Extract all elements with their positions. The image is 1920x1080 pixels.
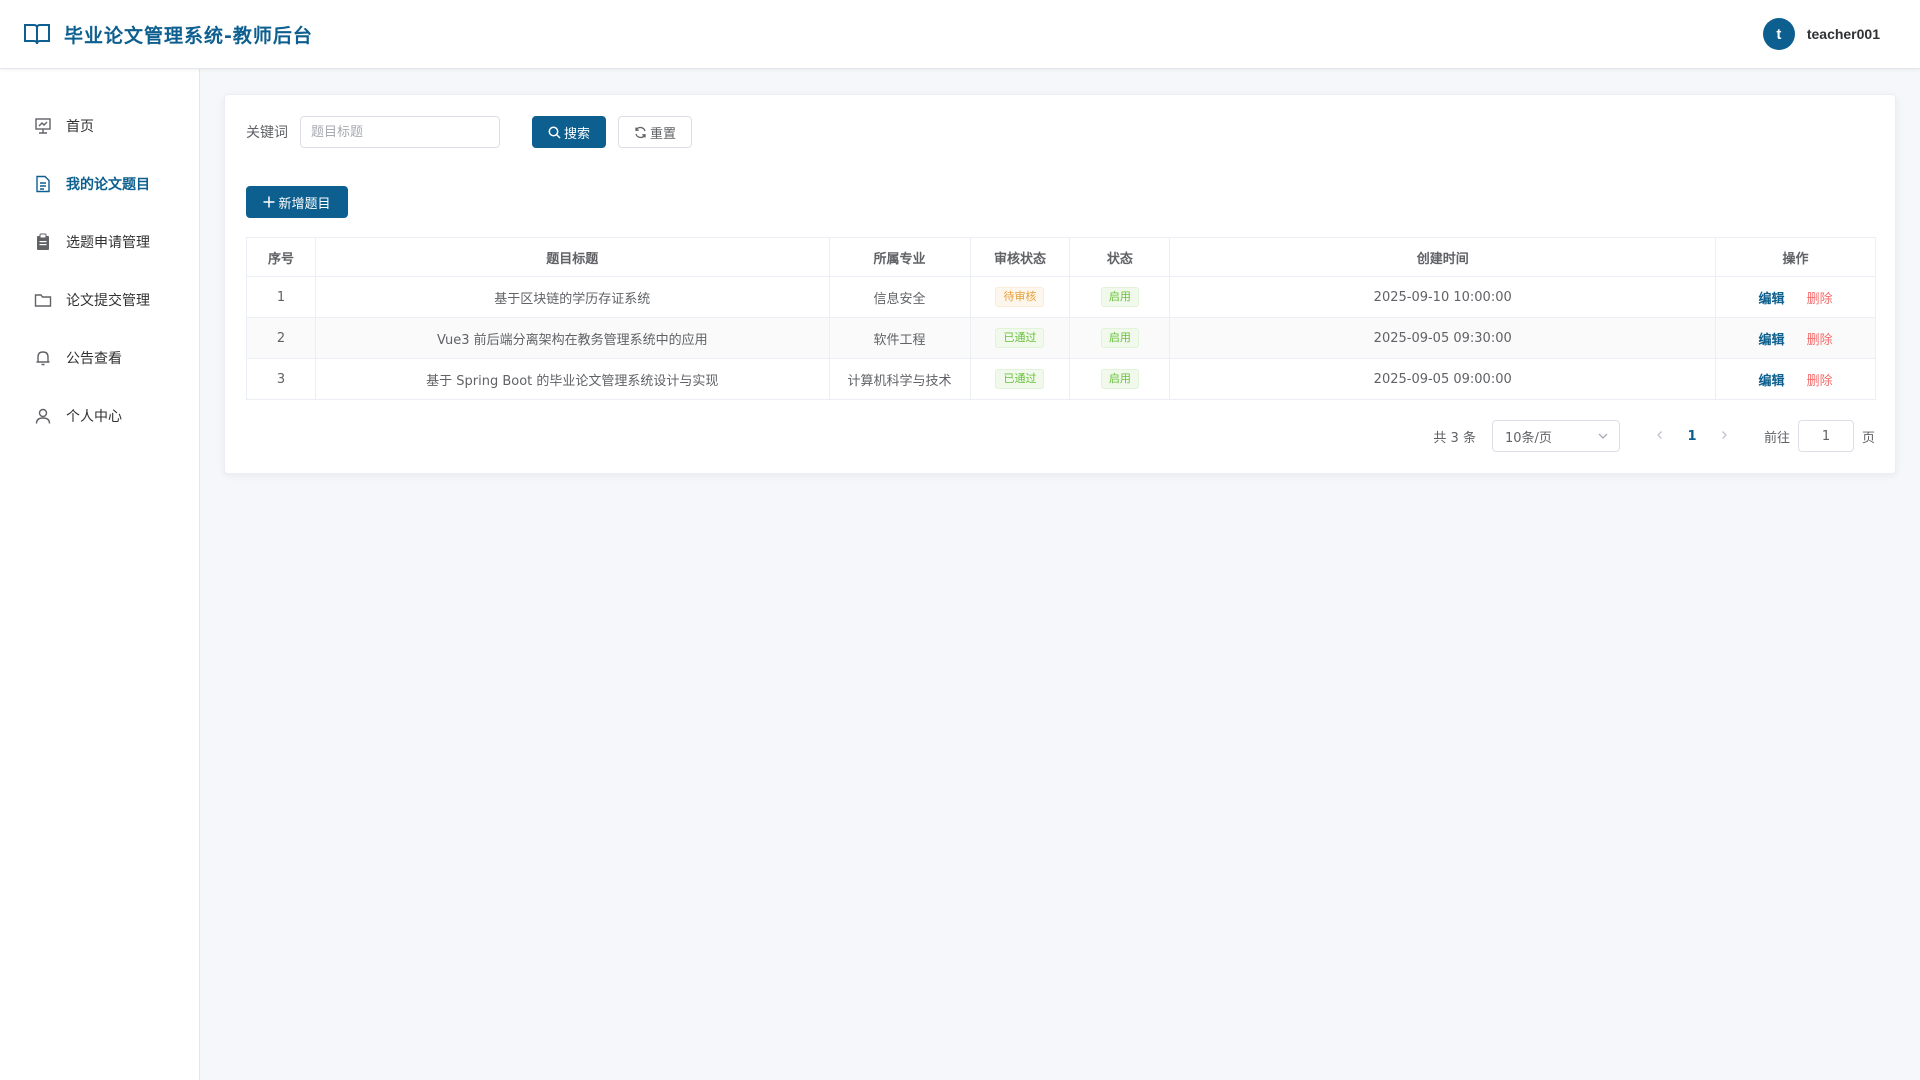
- username[interactable]: teacher001: [1807, 26, 1880, 42]
- avatar[interactable]: t: [1762, 18, 1795, 50]
- edit-link[interactable]: 编辑: [1758, 333, 1784, 348]
- prev-page-button[interactable]: [1644, 429, 1676, 444]
- topics-card: 关键词 搜索 重置 新增题目 序号 题目标题 所属专业 审核状态 状态 创建时间: [224, 94, 1896, 474]
- app-title: 毕业论文管理系统-教师后台: [64, 24, 313, 47]
- sidebar: 首页 我的论文题目 选题申请管理 论文提交管理 公告查看 个人中心: [0, 69, 200, 1080]
- document-icon: [34, 175, 52, 193]
- reset-button-label: 重置: [649, 126, 676, 142]
- column-header-created: 创建时间: [1169, 237, 1717, 277]
- chevron-left-icon: [1657, 430, 1662, 439]
- row-index: 3: [246, 358, 316, 400]
- row-index: 2: [246, 317, 316, 359]
- keyword-input[interactable]: [300, 116, 500, 148]
- book-icon: [24, 23, 50, 45]
- search-button-label: 搜索: [563, 126, 590, 142]
- page-size-value: 10条/页: [1504, 430, 1552, 446]
- table-row: 1 基于区块链的学历存证系统 信息安全 待审核 启用 2025-09-10 10…: [246, 276, 1876, 318]
- folder-icon: [34, 291, 52, 309]
- sidebar-item-announcements[interactable]: 公告查看: [0, 329, 199, 387]
- sidebar-item-profile[interactable]: 个人中心: [0, 387, 199, 445]
- pagination-total: 共 3 条: [1433, 430, 1476, 446]
- table-row: 3 基于 Spring Boot 的毕业论文管理系统设计与实现 计算机科学与技术…: [246, 358, 1876, 400]
- search-button[interactable]: 搜索: [532, 116, 606, 148]
- page-size-select[interactable]: 10条/页: [1491, 420, 1620, 452]
- search-icon: [548, 126, 561, 139]
- keyword-label: 关键词: [246, 125, 288, 141]
- row-created: 2025-09-10 10:00:00: [1169, 276, 1717, 318]
- topics-table: 序号 题目标题 所属专业 审核状态 状态 创建时间 操作 1 基于区块链的学历存…: [246, 237, 1876, 400]
- review-status-badge: 已通过: [995, 369, 1045, 389]
- page-number-button[interactable]: 1: [1676, 429, 1708, 444]
- sidebar-item-home[interactable]: 首页: [0, 97, 199, 155]
- row-created: 2025-09-05 09:00:00: [1169, 358, 1717, 400]
- chevron-down-icon: [1598, 433, 1608, 439]
- top-header: 毕业论文管理系统-教师后台 t teacher001: [0, 0, 1920, 69]
- delete-link[interactable]: 删除: [1807, 333, 1833, 348]
- row-major: 软件工程: [828, 317, 971, 359]
- pagination: 共 3 条 10条/页 1 前往 页: [1433, 420, 1875, 452]
- column-header-actions: 操作: [1715, 237, 1876, 277]
- row-title: 基于区块链的学历存证系统: [314, 276, 830, 318]
- edit-link[interactable]: 编辑: [1758, 374, 1784, 389]
- reset-button[interactable]: 重置: [618, 116, 692, 148]
- edit-link[interactable]: 编辑: [1758, 292, 1784, 307]
- row-major: 计算机科学与技术: [828, 358, 971, 400]
- brand: 毕业论文管理系统-教师后台: [24, 21, 313, 48]
- column-header-index: 序号: [246, 237, 316, 277]
- user-icon: [34, 407, 52, 425]
- chevron-right-icon: [1722, 430, 1727, 439]
- delete-link[interactable]: 删除: [1807, 292, 1833, 307]
- clipboard-icon: [34, 233, 52, 251]
- goto-page-input[interactable]: [1797, 420, 1854, 452]
- refresh-icon: [635, 126, 646, 138]
- review-status-badge: 待审核: [995, 287, 1045, 307]
- page-suffix: 页: [1861, 430, 1875, 446]
- dashboard-icon: [34, 117, 52, 135]
- sidebar-item-label: 选题申请管理: [66, 235, 150, 251]
- sidebar-item-topic-applications[interactable]: 选题申请管理: [0, 213, 199, 271]
- sidebar-item-my-topics[interactable]: 我的论文题目: [0, 155, 199, 213]
- row-title: Vue3 前后端分离架构在教务管理系统中的应用: [314, 317, 830, 359]
- search-bar: 关键词 搜索 重置: [246, 116, 692, 148]
- status-badge: 启用: [1100, 287, 1139, 307]
- sidebar-item-label: 论文提交管理: [66, 293, 150, 309]
- row-created: 2025-09-05 09:30:00: [1169, 317, 1717, 359]
- sidebar-item-label: 我的论文题目: [66, 177, 150, 193]
- status-badge: 启用: [1100, 369, 1139, 389]
- status-badge: 启用: [1100, 328, 1139, 348]
- sidebar-item-thesis-submissions[interactable]: 论文提交管理: [0, 271, 199, 329]
- goto-label: 前往: [1763, 430, 1790, 446]
- sidebar-item-label: 首页: [66, 119, 94, 135]
- add-topic-label: 新增题目: [278, 196, 331, 212]
- user-menu[interactable]: t teacher001: [1762, 18, 1896, 50]
- row-index: 1: [246, 276, 316, 318]
- next-page-button[interactable]: [1708, 429, 1740, 444]
- column-header-major: 所属专业: [828, 237, 971, 277]
- column-header-title: 题目标题: [314, 237, 830, 277]
- delete-link[interactable]: 删除: [1807, 374, 1833, 389]
- table-header-row: 序号 题目标题 所属专业 审核状态 状态 创建时间 操作: [246, 237, 1876, 277]
- sidebar-item-label: 个人中心: [66, 409, 122, 425]
- row-major: 信息安全: [828, 276, 971, 318]
- bell-icon: [34, 349, 52, 367]
- sidebar-item-label: 公告查看: [66, 351, 122, 367]
- row-title: 基于 Spring Boot 的毕业论文管理系统设计与实现: [314, 358, 830, 400]
- review-status-badge: 已通过: [995, 328, 1045, 348]
- column-header-review-status: 审核状态: [969, 237, 1071, 277]
- column-header-status: 状态: [1069, 237, 1171, 277]
- table-row: 2 Vue3 前后端分离架构在教务管理系统中的应用 软件工程 已通过 启用 20…: [246, 317, 1876, 359]
- plus-icon: [263, 196, 275, 208]
- add-topic-button[interactable]: 新增题目: [246, 186, 348, 218]
